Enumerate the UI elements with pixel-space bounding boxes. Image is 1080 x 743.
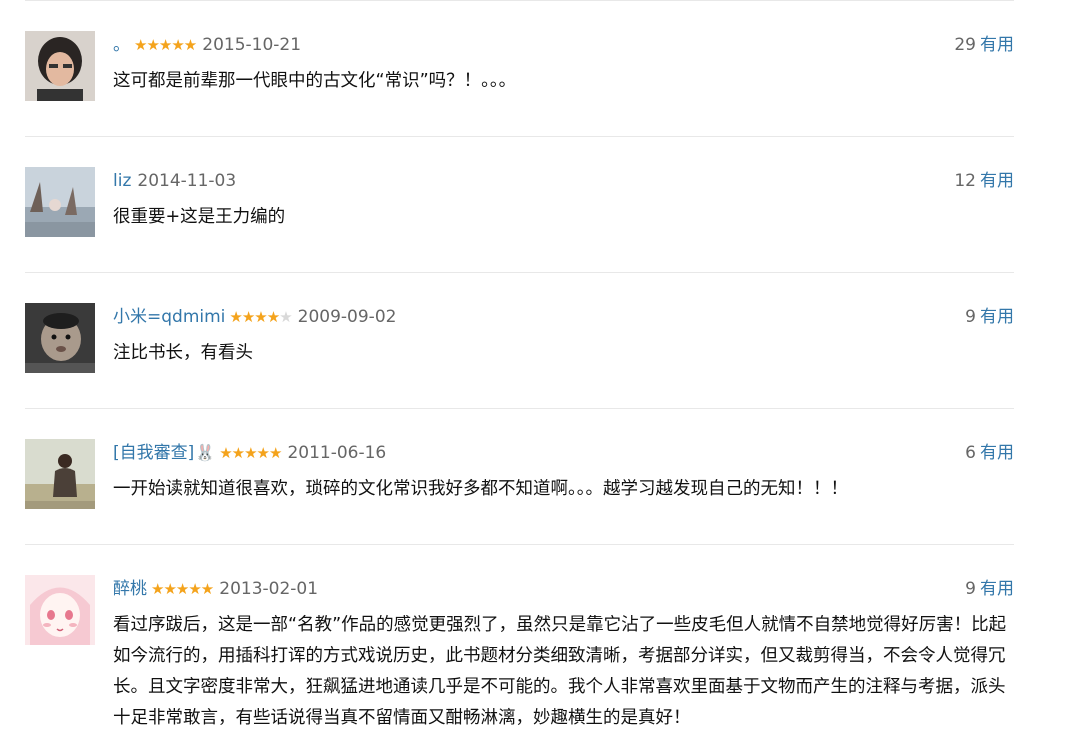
- rating-stars: ★★★★★: [151, 580, 214, 598]
- top-divider: [25, 0, 1014, 1]
- review-text: 注比书长，有看头: [113, 343, 253, 363]
- review-date: 2009-09-02: [297, 307, 397, 327]
- review-divider: [25, 136, 1014, 137]
- review-meta: 醉桃 ★★★★★ 2013-02-01: [113, 577, 318, 601]
- useful-button[interactable]: 有用: [980, 307, 1014, 327]
- review-date: 2013-02-01: [219, 579, 319, 599]
- useful-button[interactable]: 有用: [980, 171, 1014, 191]
- useful-vote: 12 有用: [954, 169, 1014, 193]
- review-meta: 。 ★★★★★ 2015-10-21: [113, 33, 301, 57]
- review-text: 很重要+这是王力编的: [113, 207, 286, 227]
- useful-vote: 29 有用: [954, 33, 1014, 57]
- review-meta: [自我審查]🐰 ★★★★★ 2011-06-16: [113, 441, 386, 465]
- review-date: 2011-06-16: [287, 443, 387, 463]
- review-meta: 小米=qdmimi ★★★★★ 2009-09-02: [113, 305, 396, 329]
- useful-count: 6: [965, 443, 976, 463]
- useful-count: 12: [954, 171, 976, 191]
- useful-count: 9: [965, 579, 976, 599]
- useful-vote: 9 有用: [965, 305, 1014, 329]
- useful-button[interactable]: 有用: [980, 35, 1014, 55]
- username-link[interactable]: 醉桃: [113, 579, 147, 599]
- username-link[interactable]: 小米=qdmimi: [113, 307, 225, 327]
- rating-stars: ★★★★★: [134, 36, 197, 54]
- review-text: 这可都是前辈那一代眼中的古文化“常识”吗？！。。。: [113, 71, 517, 91]
- review-item: 醉桃 ★★★★★ 2013-02-01 9 有用 看过序跋后，这是一部“名教”作品的感…: [25, 575, 1014, 743]
- rating-stars: ★★★★★: [229, 308, 292, 326]
- review-text: 一开始读就知道很喜欢，琐碎的文化常识我好多都不知道啊。。。越学习越发现自己的无知…: [113, 479, 848, 499]
- useful-button[interactable]: 有用: [980, 443, 1014, 463]
- useful-vote: 6 有用: [965, 441, 1014, 465]
- avatar[interactable]: [25, 167, 95, 237]
- review-divider: [25, 272, 1014, 273]
- rabbit-icon: 🐰: [195, 443, 216, 462]
- avatar[interactable]: [25, 439, 95, 509]
- review-item: 。 ★★★★★ 2015-10-21 29 有用 这可都是前辈那一代眼中的古文化“常识…: [25, 31, 1014, 111]
- review-item: [自我審查]🐰 ★★★★★ 2011-06-16 6 有用 一开始读就知道很喜欢，琐碎…: [25, 439, 1014, 519]
- avatar[interactable]: [25, 31, 95, 101]
- review-date: 2015-10-21: [202, 35, 302, 55]
- useful-vote: 9 有用: [965, 577, 1014, 601]
- review-divider: [25, 408, 1014, 409]
- username-link[interactable]: liz: [113, 171, 131, 191]
- avatar[interactable]: [25, 303, 95, 373]
- review-divider: [25, 544, 1014, 545]
- rating-stars: ★★★★★: [219, 444, 282, 462]
- useful-count: 9: [965, 307, 976, 327]
- review-meta: liz 2014-11-03: [113, 169, 236, 193]
- useful-count: 29: [954, 35, 976, 55]
- review-item: liz 2014-11-03 12 有用 很重要+这是王力编的: [25, 167, 1014, 247]
- review-date: 2014-11-03: [137, 171, 237, 191]
- review-text: 看过序跋后，这是一部“名教”作品的感觉更强烈了，虽然只是靠它沾了一些皮毛但人就情…: [113, 615, 1007, 728]
- useful-button[interactable]: 有用: [980, 579, 1014, 599]
- review-item: 小米=qdmimi ★★★★★ 2009-09-02 9 有用 注比书长，有看头: [25, 303, 1014, 383]
- avatar[interactable]: [25, 575, 95, 645]
- username-link[interactable]: [自我審查]🐰: [113, 443, 215, 463]
- username-link[interactable]: 。: [113, 35, 130, 55]
